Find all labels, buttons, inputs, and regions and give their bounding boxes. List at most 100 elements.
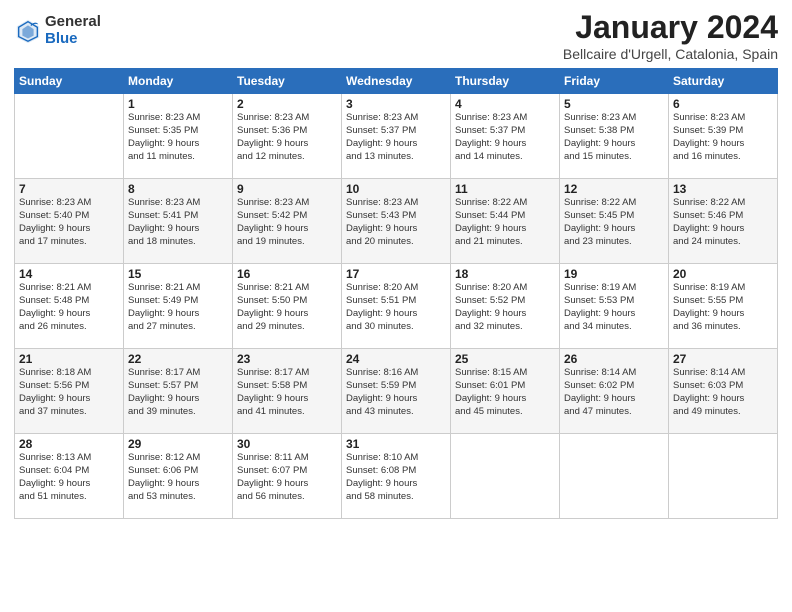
calendar-cell: 27Sunrise: 8:14 AMSunset: 6:03 PMDayligh…: [669, 349, 778, 434]
day-info: Sunrise: 8:19 AMSunset: 5:53 PMDaylight:…: [564, 282, 664, 333]
calendar-cell: 22Sunrise: 8:17 AMSunset: 5:57 PMDayligh…: [124, 349, 233, 434]
day-number: 1: [128, 97, 228, 111]
day-info: Sunrise: 8:23 AMSunset: 5:41 PMDaylight:…: [128, 197, 228, 248]
calendar-cell: 20Sunrise: 8:19 AMSunset: 5:55 PMDayligh…: [669, 264, 778, 349]
calendar-cell: [560, 434, 669, 519]
day-info: Sunrise: 8:23 AMSunset: 5:40 PMDaylight:…: [19, 197, 119, 248]
day-info: Sunrise: 8:12 AMSunset: 6:06 PMDaylight:…: [128, 452, 228, 503]
calendar-cell: 5Sunrise: 8:23 AMSunset: 5:38 PMDaylight…: [560, 94, 669, 179]
day-number: 14: [19, 267, 119, 281]
day-info: Sunrise: 8:22 AMSunset: 5:44 PMDaylight:…: [455, 197, 555, 248]
week-row-2: 14Sunrise: 8:21 AMSunset: 5:48 PMDayligh…: [15, 264, 778, 349]
day-number: 25: [455, 352, 555, 366]
day-info: Sunrise: 8:23 AMSunset: 5:38 PMDaylight:…: [564, 112, 664, 163]
day-info: Sunrise: 8:13 AMSunset: 6:04 PMDaylight:…: [19, 452, 119, 503]
calendar-cell: [15, 94, 124, 179]
week-row-4: 28Sunrise: 8:13 AMSunset: 6:04 PMDayligh…: [15, 434, 778, 519]
calendar-cell: 2Sunrise: 8:23 AMSunset: 5:36 PMDaylight…: [233, 94, 342, 179]
header: General Blue January 2024 Bellcaire d'Ur…: [14, 10, 778, 62]
calendar-cell: 16Sunrise: 8:21 AMSunset: 5:50 PMDayligh…: [233, 264, 342, 349]
calendar-cell: 30Sunrise: 8:11 AMSunset: 6:07 PMDayligh…: [233, 434, 342, 519]
calendar-cell: [669, 434, 778, 519]
col-monday: Monday: [124, 69, 233, 94]
day-number: 17: [346, 267, 446, 281]
day-info: Sunrise: 8:22 AMSunset: 5:45 PMDaylight:…: [564, 197, 664, 248]
day-number: 5: [564, 97, 664, 111]
day-number: 6: [673, 97, 773, 111]
week-row-3: 21Sunrise: 8:18 AMSunset: 5:56 PMDayligh…: [15, 349, 778, 434]
day-info: Sunrise: 8:23 AMSunset: 5:37 PMDaylight:…: [346, 112, 446, 163]
calendar-cell: 1Sunrise: 8:23 AMSunset: 5:35 PMDaylight…: [124, 94, 233, 179]
day-number: 31: [346, 437, 446, 451]
calendar-table: Sunday Monday Tuesday Wednesday Thursday…: [14, 68, 778, 519]
day-number: 30: [237, 437, 337, 451]
day-info: Sunrise: 8:19 AMSunset: 5:55 PMDaylight:…: [673, 282, 773, 333]
day-number: 19: [564, 267, 664, 281]
calendar-cell: 13Sunrise: 8:22 AMSunset: 5:46 PMDayligh…: [669, 179, 778, 264]
day-number: 15: [128, 267, 228, 281]
col-tuesday: Tuesday: [233, 69, 342, 94]
location: Bellcaire d'Urgell, Catalonia, Spain: [563, 46, 778, 62]
day-number: 4: [455, 97, 555, 111]
day-info: Sunrise: 8:20 AMSunset: 5:51 PMDaylight:…: [346, 282, 446, 333]
week-row-1: 7Sunrise: 8:23 AMSunset: 5:40 PMDaylight…: [15, 179, 778, 264]
day-number: 2: [237, 97, 337, 111]
logo-general: General: [45, 14, 101, 31]
day-number: 24: [346, 352, 446, 366]
day-info: Sunrise: 8:16 AMSunset: 5:59 PMDaylight:…: [346, 367, 446, 418]
col-wednesday: Wednesday: [342, 69, 451, 94]
logo-text: General Blue: [45, 14, 101, 47]
day-number: 26: [564, 352, 664, 366]
header-row: Sunday Monday Tuesday Wednesday Thursday…: [15, 69, 778, 94]
day-info: Sunrise: 8:22 AMSunset: 5:46 PMDaylight:…: [673, 197, 773, 248]
col-sunday: Sunday: [15, 69, 124, 94]
calendar-cell: 6Sunrise: 8:23 AMSunset: 5:39 PMDaylight…: [669, 94, 778, 179]
day-number: 29: [128, 437, 228, 451]
day-info: Sunrise: 8:17 AMSunset: 5:57 PMDaylight:…: [128, 367, 228, 418]
month-title: January 2024: [563, 10, 778, 45]
day-info: Sunrise: 8:14 AMSunset: 6:02 PMDaylight:…: [564, 367, 664, 418]
day-number: 10: [346, 182, 446, 196]
title-block: January 2024 Bellcaire d'Urgell, Catalon…: [563, 10, 778, 62]
day-number: 12: [564, 182, 664, 196]
calendar-cell: 26Sunrise: 8:14 AMSunset: 6:02 PMDayligh…: [560, 349, 669, 434]
calendar-cell: 10Sunrise: 8:23 AMSunset: 5:43 PMDayligh…: [342, 179, 451, 264]
day-info: Sunrise: 8:23 AMSunset: 5:35 PMDaylight:…: [128, 112, 228, 163]
calendar-cell: 15Sunrise: 8:21 AMSunset: 5:49 PMDayligh…: [124, 264, 233, 349]
day-number: 8: [128, 182, 228, 196]
day-info: Sunrise: 8:23 AMSunset: 5:42 PMDaylight:…: [237, 197, 337, 248]
calendar-cell: 25Sunrise: 8:15 AMSunset: 6:01 PMDayligh…: [451, 349, 560, 434]
day-number: 7: [19, 182, 119, 196]
calendar-cell: 14Sunrise: 8:21 AMSunset: 5:48 PMDayligh…: [15, 264, 124, 349]
day-info: Sunrise: 8:17 AMSunset: 5:58 PMDaylight:…: [237, 367, 337, 418]
page-container: General Blue January 2024 Bellcaire d'Ur…: [0, 0, 792, 612]
day-number: 27: [673, 352, 773, 366]
day-info: Sunrise: 8:10 AMSunset: 6:08 PMDaylight:…: [346, 452, 446, 503]
day-info: Sunrise: 8:23 AMSunset: 5:43 PMDaylight:…: [346, 197, 446, 248]
day-number: 20: [673, 267, 773, 281]
day-number: 3: [346, 97, 446, 111]
day-number: 16: [237, 267, 337, 281]
logo-icon: [14, 17, 42, 45]
day-info: Sunrise: 8:14 AMSunset: 6:03 PMDaylight:…: [673, 367, 773, 418]
col-friday: Friday: [560, 69, 669, 94]
day-number: 9: [237, 182, 337, 196]
day-info: Sunrise: 8:20 AMSunset: 5:52 PMDaylight:…: [455, 282, 555, 333]
calendar-cell: 8Sunrise: 8:23 AMSunset: 5:41 PMDaylight…: [124, 179, 233, 264]
day-info: Sunrise: 8:23 AMSunset: 5:36 PMDaylight:…: [237, 112, 337, 163]
calendar-cell: 31Sunrise: 8:10 AMSunset: 6:08 PMDayligh…: [342, 434, 451, 519]
calendar-cell: 29Sunrise: 8:12 AMSunset: 6:06 PMDayligh…: [124, 434, 233, 519]
day-info: Sunrise: 8:23 AMSunset: 5:37 PMDaylight:…: [455, 112, 555, 163]
col-thursday: Thursday: [451, 69, 560, 94]
day-number: 28: [19, 437, 119, 451]
logo-blue: Blue: [45, 31, 101, 48]
day-info: Sunrise: 8:21 AMSunset: 5:48 PMDaylight:…: [19, 282, 119, 333]
calendar-cell: 28Sunrise: 8:13 AMSunset: 6:04 PMDayligh…: [15, 434, 124, 519]
calendar-cell: 3Sunrise: 8:23 AMSunset: 5:37 PMDaylight…: [342, 94, 451, 179]
day-info: Sunrise: 8:21 AMSunset: 5:49 PMDaylight:…: [128, 282, 228, 333]
day-info: Sunrise: 8:11 AMSunset: 6:07 PMDaylight:…: [237, 452, 337, 503]
calendar-cell: 4Sunrise: 8:23 AMSunset: 5:37 PMDaylight…: [451, 94, 560, 179]
calendar-cell: 18Sunrise: 8:20 AMSunset: 5:52 PMDayligh…: [451, 264, 560, 349]
day-number: 22: [128, 352, 228, 366]
day-number: 23: [237, 352, 337, 366]
